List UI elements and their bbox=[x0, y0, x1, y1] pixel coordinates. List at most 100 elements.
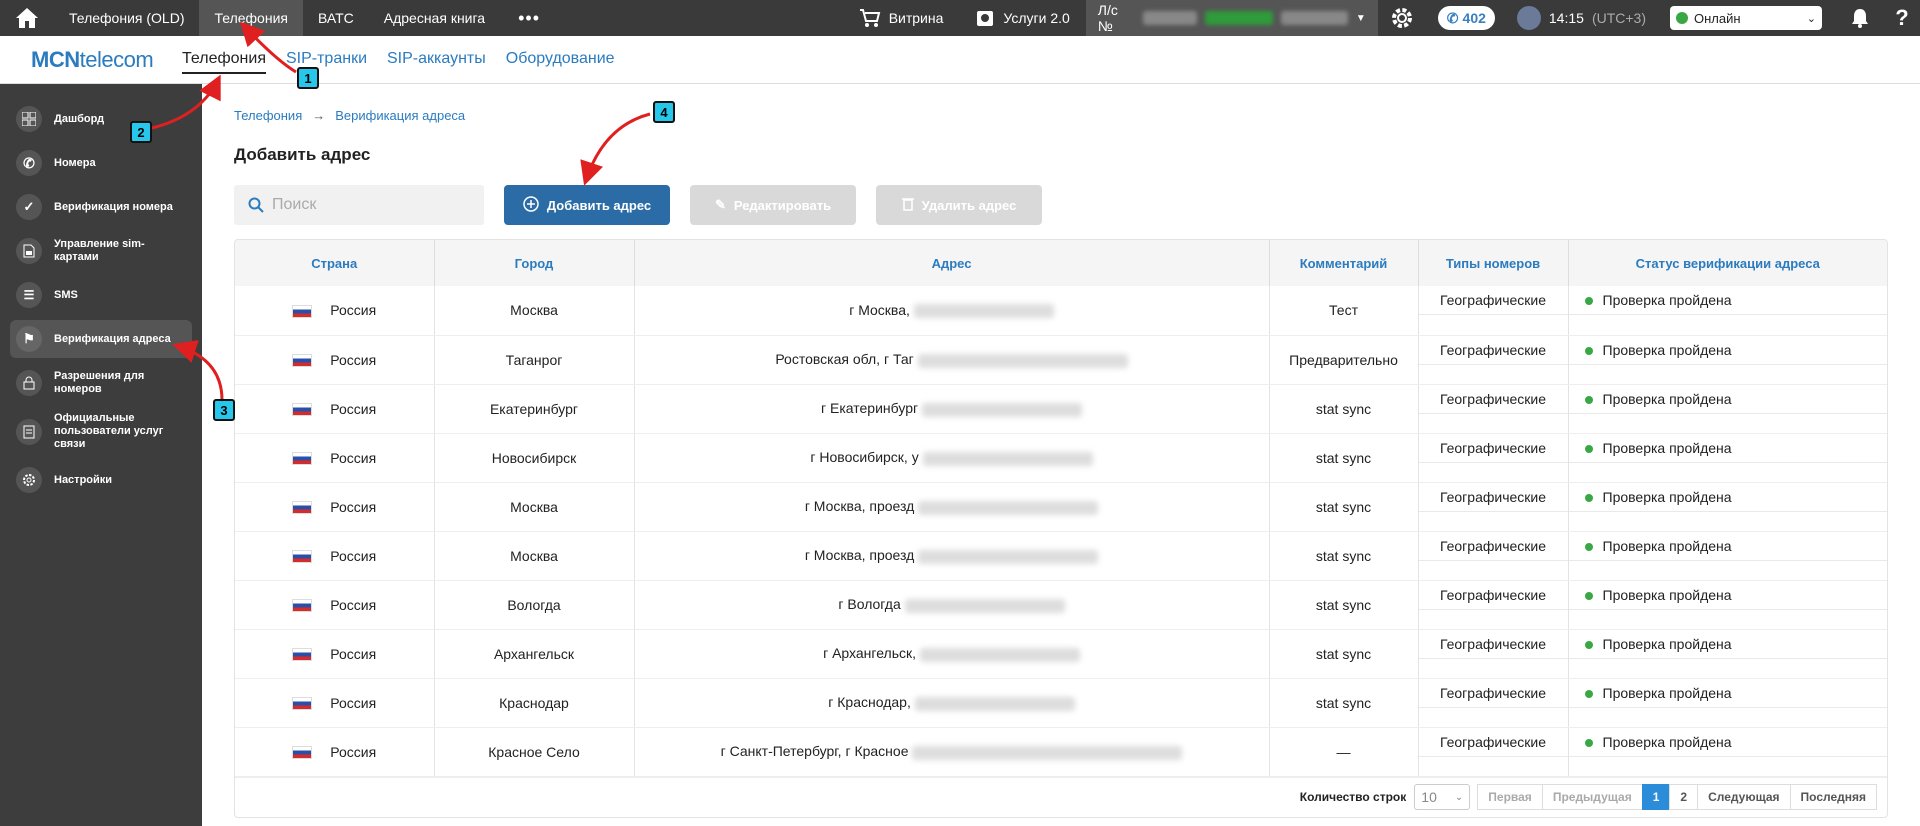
sidebar-item-label: Верификация номера bbox=[54, 200, 173, 213]
cell-address: г Новосибирск, у bbox=[634, 433, 1270, 483]
russia-flag-icon bbox=[292, 599, 313, 613]
rows-per-page-select[interactable]: 10 ⌄ bbox=[1414, 784, 1471, 810]
table-row[interactable]: Россия Таганрог Ростовская обл, г Таг Пред… bbox=[235, 335, 1887, 385]
cell-country: Россия bbox=[235, 580, 435, 630]
delete-address-button[interactable]: Удалить адрес bbox=[876, 185, 1042, 225]
breadcrumb-root[interactable]: Телефония bbox=[234, 108, 302, 123]
status-text: Проверка пройдена bbox=[1602, 341, 1732, 358]
status-select[interactable]: Онлайн ⌄ bbox=[1670, 6, 1822, 30]
sidebar-item-numbers[interactable]: ✆ Номера bbox=[10, 144, 192, 182]
russia-flag-icon bbox=[292, 697, 313, 711]
column-header-number-types[interactable]: Типы номеров bbox=[1418, 240, 1569, 286]
breadcrumb-current[interactable]: Верификация адреса bbox=[335, 108, 465, 123]
search-placeholder: Поиск bbox=[272, 196, 317, 213]
calls-counter[interactable]: ✆ 402 bbox=[1437, 6, 1495, 30]
table-row[interactable]: Россия Екатеринбург г Екатеринбург stat sy… bbox=[235, 384, 1887, 434]
calls-count: 402 bbox=[1462, 10, 1486, 26]
status-ok-dot bbox=[1584, 444, 1593, 453]
account-extra-blurred bbox=[1280, 11, 1348, 25]
cell-city: Краснодар bbox=[434, 678, 635, 728]
address-text: г Новосибирск, у bbox=[810, 449, 919, 466]
sidebar-item-official-users[interactable]: Официальные пользователи услуг связи bbox=[10, 408, 192, 455]
user-clock[interactable]: 14:15 (UTC+3) bbox=[1507, 6, 1656, 30]
cell-status: Проверка пройдена bbox=[1568, 580, 1887, 630]
cell-status: Проверка пройдена bbox=[1568, 482, 1887, 532]
more-icon[interactable]: ••• bbox=[500, 0, 558, 36]
table-row[interactable]: Россия Новосибирск г Новосибирск, у stat s… bbox=[235, 433, 1887, 483]
cell-city: Екатеринбург bbox=[434, 384, 635, 434]
account-selector[interactable]: Л/с № ▼ bbox=[1085, 0, 1378, 36]
rows-per-page-label: Количество строк bbox=[1299, 790, 1407, 804]
bell-icon[interactable] bbox=[1836, 7, 1884, 29]
status-text: Проверка пройдена bbox=[1602, 292, 1732, 308]
address-text: г Вологда bbox=[838, 596, 901, 613]
previous-page-button[interactable]: Предыдущая bbox=[1541, 784, 1643, 810]
table-row[interactable]: Россия Москва г Москва, проезд stat sync Ге… bbox=[235, 482, 1887, 532]
sidebar-item-settings[interactable]: Настройки bbox=[10, 461, 192, 499]
tab-vats[interactable]: ВАТС bbox=[303, 0, 369, 36]
table-row[interactable]: Россия Краснодар г Краснодар, stat sync Гео… bbox=[235, 678, 1887, 728]
column-header-city[interactable]: Город bbox=[434, 240, 635, 286]
document-icon bbox=[16, 418, 42, 445]
russia-flag-icon bbox=[292, 550, 313, 564]
column-header-verification-status[interactable]: Статус верификации адреса bbox=[1568, 240, 1887, 286]
edit-button[interactable]: ✎ Редактировать bbox=[690, 185, 856, 225]
column-header-address[interactable]: Адрес bbox=[634, 240, 1270, 286]
tab-telephony-old[interactable]: Телефония (OLD) bbox=[54, 0, 199, 36]
sidebar-item-sms[interactable]: ☰ SMS bbox=[10, 276, 192, 314]
tab-telephony[interactable]: Телефония bbox=[199, 0, 303, 36]
sidebar-item-address-verification[interactable]: ⚑ Верификация адреса bbox=[10, 320, 192, 358]
table-row[interactable]: Россия Архангельск г Архангельск, stat syn… bbox=[235, 629, 1887, 679]
next-page-button[interactable]: Следующая bbox=[1697, 784, 1791, 810]
status-text: Проверка пройдена bbox=[1602, 635, 1732, 652]
table-row[interactable]: Россия Москва г Москва, проезд stat sync Ге… bbox=[235, 531, 1887, 581]
cell-status: Проверка пройдена bbox=[1568, 727, 1887, 777]
first-page-button[interactable]: Первая bbox=[1477, 784, 1543, 810]
logo[interactable]: MCNtelecom bbox=[31, 47, 181, 73]
help-icon[interactable]: ? bbox=[1884, 5, 1920, 31]
sidebar-item-dashboard[interactable]: Дашборд bbox=[10, 100, 192, 138]
cell-status: Проверка пройдена bbox=[1568, 384, 1887, 434]
cell-address: г Москва, проезд bbox=[634, 482, 1270, 532]
cell-comment: stat sync bbox=[1269, 384, 1419, 434]
column-header-country[interactable]: Страна bbox=[235, 240, 435, 286]
sidebar-item-sim-cards[interactable]: Управление sim-картами bbox=[10, 232, 192, 270]
table-row[interactable]: Россия Москва г Москва, Тест Географические… bbox=[235, 286, 1887, 336]
last-page-button[interactable]: Последняя bbox=[1789, 784, 1877, 810]
home-icon[interactable] bbox=[0, 0, 54, 36]
status-ok-dot bbox=[1584, 493, 1593, 502]
subnav-equipment[interactable]: Оборудование bbox=[506, 46, 615, 74]
sidebar-item-label: Настройки bbox=[54, 473, 113, 486]
verification-icon: ✓ bbox=[16, 194, 42, 220]
status-ok-dot bbox=[1584, 591, 1593, 600]
cell-number-type: Географические bbox=[1418, 286, 1569, 336]
column-header-comment[interactable]: Комментарий bbox=[1269, 240, 1419, 286]
annotation-badge-3: 3 bbox=[213, 399, 235, 421]
sidebar-item-number-permissions[interactable]: Разрешения для номеров bbox=[10, 364, 192, 402]
table-row[interactable]: Россия Вологда г Вологда stat sync Географи… bbox=[235, 580, 1887, 630]
address-blurred bbox=[918, 549, 1099, 564]
services-link[interactable]: Услуги 2.0 bbox=[959, 8, 1085, 28]
phone-icon: ✆ bbox=[16, 150, 42, 176]
add-address-button[interactable]: Добавить адрес bbox=[504, 185, 670, 225]
tab-address-book[interactable]: Адресная книга bbox=[369, 0, 500, 36]
status-ok-dot bbox=[1584, 738, 1593, 747]
page-1-button[interactable]: 1 bbox=[1641, 784, 1671, 810]
status-text: Проверка пройдена bbox=[1602, 488, 1732, 505]
address-text: г Москва, проезд bbox=[804, 547, 915, 564]
delete-label: Удалить адрес bbox=[921, 197, 1017, 213]
search-input[interactable]: Поиск bbox=[234, 185, 484, 225]
cell-address: Ростовская обл, г Таг bbox=[634, 335, 1270, 385]
table-row[interactable]: Россия Красное Село г Санкт-Петербург, г К… bbox=[235, 727, 1887, 777]
page-2-button[interactable]: 2 bbox=[1669, 784, 1699, 810]
address-text: г Санкт-Петербург, г Красное bbox=[720, 743, 909, 760]
address-text: г Москва, bbox=[849, 302, 910, 319]
logo-bold: MCN bbox=[31, 46, 80, 72]
sidebar-item-number-verification[interactable]: ✓ Верификация номера bbox=[10, 188, 192, 226]
subnav-sip-accounts[interactable]: SIP-аккаунты bbox=[387, 46, 486, 74]
subnav-telephony[interactable]: Телефония bbox=[182, 46, 266, 74]
status-ok-dot bbox=[1584, 346, 1593, 355]
gear-icon[interactable] bbox=[1378, 6, 1426, 30]
cell-address: г Екатеринбург bbox=[634, 384, 1270, 434]
shop-link[interactable]: Витрина bbox=[843, 8, 960, 28]
